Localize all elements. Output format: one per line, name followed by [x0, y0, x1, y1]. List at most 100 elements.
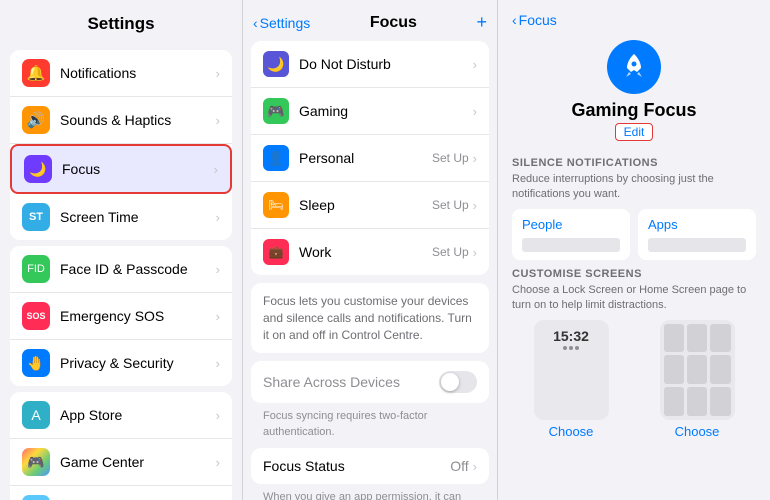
privacy-label: Privacy & Security [60, 355, 216, 371]
chevron-right-icon: › [473, 57, 477, 72]
lock-screen-choose[interactable]: Choose [549, 424, 594, 439]
dnd-label: Do Not Disturb [299, 56, 473, 72]
sos-icon: SOS [22, 302, 50, 330]
silence-section-label: SILENCE NOTIFICATIONS [512, 157, 756, 169]
gaming-focus-title: Gaming Focus [571, 100, 696, 121]
personal-setup: Set Up [432, 151, 469, 165]
lock-time: 15:32 [534, 328, 609, 344]
app-block-5 [687, 355, 707, 384]
settings-group-2: FID Face ID & Passcode › SOS Emergency S… [10, 246, 232, 386]
focus-items-group: 🌙 Do Not Disturb › ➜ 🎮 Gaming › 👤 Person… [251, 41, 489, 275]
sidebar-item-focus[interactable]: 🌙 Focus › [10, 144, 232, 194]
appstore-label: App Store [60, 407, 216, 423]
focus-description: Focus lets you customise your devices an… [251, 283, 489, 353]
chevron-right-icon: › [473, 245, 477, 260]
app-block-6 [710, 355, 730, 384]
faceid-label: Face ID & Passcode [60, 261, 216, 277]
home-screen-choose[interactable]: Choose [675, 424, 720, 439]
app-block-4 [664, 355, 684, 384]
chevron-right-icon: › [473, 104, 477, 119]
focus-item-work[interactable]: 💼 Work Set Up › [251, 229, 489, 275]
middle-focus-panel: ‹ Settings Focus + 🌙 Do Not Disturb › ➜ … [243, 0, 498, 500]
focus-item-dnd[interactable]: 🌙 Do Not Disturb › [251, 41, 489, 88]
apps-label: Apps [648, 217, 678, 232]
focus-status-label: Focus Status [263, 458, 450, 474]
focus-back-button[interactable]: ‹ Focus [512, 12, 557, 28]
screentime-label: Screen Time [60, 209, 216, 225]
sidebar-item-icloud[interactable]: ☁ iCloud › [10, 486, 232, 500]
sounds-label: Sounds & Haptics [60, 112, 216, 128]
people-button[interactable]: People [512, 209, 630, 260]
privacy-icon: 🤚 [22, 349, 50, 377]
settings-back-button[interactable]: ‹ Settings [253, 15, 310, 31]
silence-people-apps-row: People Apps [512, 209, 756, 260]
gaming-focus-icon [607, 40, 661, 94]
gaming-label: Gaming [299, 103, 473, 119]
right-header: ‹ Focus [498, 0, 770, 36]
focus-item-gaming[interactable]: ➜ 🎮 Gaming › [251, 88, 489, 135]
appstore-icon: A [22, 401, 50, 429]
sidebar-item-appstore[interactable]: A App Store › [10, 392, 232, 439]
work-icon: 💼 [263, 239, 289, 265]
sidebar-item-emergencysos[interactable]: SOS Emergency SOS › [10, 293, 232, 340]
sidebar-item-faceid[interactable]: FID Face ID & Passcode › [10, 246, 232, 293]
screen-previews-row: 15:32 Choose [512, 320, 756, 439]
focus-status-item[interactable]: Focus Status Off › [251, 448, 489, 484]
work-setup: Set Up [432, 245, 469, 259]
people-label: People [522, 217, 562, 232]
sidebar-item-screentime[interactable]: ST Screen Time › [10, 194, 232, 240]
app-block-7 [664, 387, 684, 416]
left-settings-panel: Settings 🔔 Notifications › 🔊 Sounds & Ha… [0, 0, 243, 500]
focus-status-group: Focus Status Off › [251, 448, 489, 484]
apps-button[interactable]: Apps [638, 209, 756, 260]
work-label: Work [299, 244, 432, 260]
sos-label: Emergency SOS [60, 308, 216, 324]
share-across-label: Share Across Devices [263, 374, 439, 390]
gamecenter-icon: 🎮 [22, 448, 50, 476]
share-across-devices-item[interactable]: Share Across Devices [251, 361, 489, 403]
chevron-right-icon: › [216, 309, 220, 324]
sleep-icon: 🛏 [263, 192, 289, 218]
home-screen-frame [660, 320, 735, 420]
customise-desc: Choose a Lock Screen or Home Screen page… [512, 283, 756, 314]
focus-item-sleep[interactable]: 🛏 Sleep Set Up › [251, 182, 489, 229]
chevron-right-icon: › [216, 356, 220, 371]
share-across-devices-group: Share Across Devices [251, 361, 489, 403]
apps-placeholder [648, 238, 746, 252]
settings-group-3: A App Store › 🎮 Game Center › ☁ iCloud ›… [10, 392, 232, 500]
personal-icon: 👤 [263, 145, 289, 171]
chevron-right-icon: › [473, 198, 477, 213]
gaming-icon: 🎮 [263, 98, 289, 124]
silence-section-desc: Reduce interruptions by choosing just th… [512, 172, 756, 203]
focus-status-desc: When you give an app permission, it can … [251, 486, 489, 500]
gaming-focus-header: Gaming Focus Edit [512, 36, 756, 141]
share-toggle[interactable] [439, 371, 477, 393]
lock-screen-frame: 15:32 [534, 320, 609, 420]
chevron-right-icon: › [214, 162, 218, 177]
sleep-label: Sleep [299, 197, 432, 213]
sidebar-item-notifications[interactable]: 🔔 Notifications › [10, 50, 232, 97]
customise-section: CUSTOMISE SCREENS Choose a Lock Screen o… [512, 268, 756, 439]
rocket-icon [619, 52, 649, 82]
edit-gaming-button[interactable]: Edit [615, 123, 654, 141]
right-gaming-panel: ‹ Focus Gaming Focus Edit SILENCE NOTIFI… [498, 0, 770, 500]
chevron-right-icon: › [216, 455, 220, 470]
app-block-2 [687, 324, 707, 353]
screentime-icon: ST [22, 203, 50, 231]
settings-title: Settings [0, 0, 242, 44]
focus-item-personal[interactable]: 👤 Personal Set Up › [251, 135, 489, 182]
faceid-icon: FID [22, 255, 50, 283]
chevron-right-icon: › [216, 408, 220, 423]
focus-panel-title: Focus [370, 14, 417, 32]
personal-label: Personal [299, 150, 432, 166]
icloud-icon: ☁ [22, 495, 50, 500]
sounds-icon: 🔊 [22, 106, 50, 134]
sidebar-item-privacy[interactable]: 🤚 Privacy & Security › [10, 340, 232, 386]
sidebar-item-sounds[interactable]: 🔊 Sounds & Haptics › [10, 97, 232, 144]
sidebar-item-gamecenter[interactable]: 🎮 Game Center › [10, 439, 232, 486]
notifications-icon: 🔔 [22, 59, 50, 87]
chevron-right-icon: › [216, 113, 220, 128]
focus-status-value: Off [450, 458, 468, 474]
add-focus-button[interactable]: + [476, 12, 487, 33]
chevron-left-icon: ‹ [253, 15, 258, 31]
